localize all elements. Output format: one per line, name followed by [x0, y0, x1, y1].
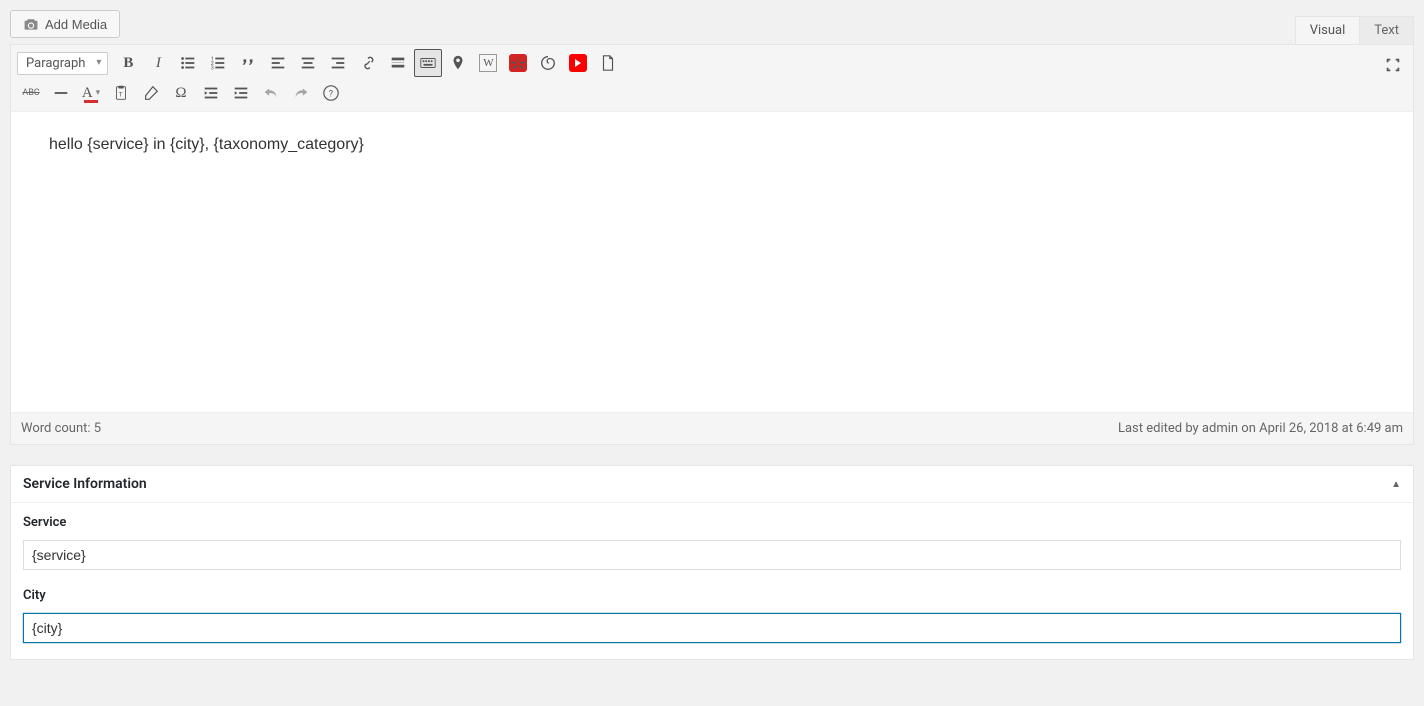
numbered-list-icon: 123	[209, 54, 227, 72]
last-edited: Last edited by admin on April 26, 2018 a…	[1118, 421, 1403, 436]
redo-button[interactable]	[287, 79, 315, 107]
help-button[interactable]: ?	[317, 79, 345, 107]
clear-formatting-button[interactable]	[137, 79, 165, 107]
outdent-icon	[202, 84, 220, 102]
text-color-button[interactable]: A ▾	[77, 79, 105, 107]
editor-toolbar: Paragraph B I 123	[11, 45, 1413, 112]
service-field-label: Service	[23, 515, 1401, 530]
editor-tabs: Visual Text	[1295, 16, 1414, 44]
text-color-icon: A	[82, 85, 93, 102]
youtube-button[interactable]	[564, 49, 592, 77]
color-bar-icon	[84, 100, 98, 103]
clipboard-icon: T	[112, 84, 130, 102]
strikethrough-icon: ABC	[22, 88, 39, 98]
keyboard-icon	[419, 54, 437, 72]
word-count: Word count: 5	[21, 421, 101, 436]
tab-text[interactable]: Text	[1360, 16, 1414, 44]
format-select[interactable]: Paragraph	[17, 52, 108, 75]
metabox-header[interactable]: Service Information ▲	[11, 466, 1413, 503]
youtube-icon	[569, 54, 587, 72]
document-icon	[599, 54, 617, 72]
strikethrough-button[interactable]: ABC	[17, 79, 45, 107]
spiral-icon	[539, 54, 557, 72]
bulleted-list-icon	[179, 54, 197, 72]
yelp-icon	[509, 54, 527, 72]
bold-button[interactable]: B	[114, 49, 142, 77]
toolbar-toggle-button[interactable]	[414, 49, 442, 77]
italic-icon: I	[156, 55, 161, 72]
map-pin-button[interactable]	[444, 49, 472, 77]
horizontal-rule-icon	[52, 84, 70, 102]
indent-icon	[232, 84, 250, 102]
indent-button[interactable]	[227, 79, 255, 107]
editor-paragraph: hello {service} in {city}, {taxonomy_cat…	[49, 136, 1375, 154]
readmore-icon	[389, 54, 407, 72]
undo-icon	[262, 84, 280, 102]
chevron-down-icon: ▾	[96, 88, 101, 98]
horizontal-rule-button[interactable]	[47, 79, 75, 107]
wikipedia-icon: W	[479, 54, 497, 72]
eraser-icon	[142, 84, 160, 102]
spiral-button[interactable]	[534, 49, 562, 77]
outdent-button[interactable]	[197, 79, 225, 107]
bold-icon: B	[123, 55, 133, 72]
service-input[interactable]	[23, 540, 1401, 570]
help-icon: ?	[322, 84, 340, 102]
collapse-toggle-icon[interactable]: ▲	[1391, 479, 1401, 490]
link-icon	[359, 54, 377, 72]
svg-text:?: ?	[329, 90, 333, 100]
add-media-label: Add Media	[45, 17, 107, 32]
map-pin-icon	[449, 54, 467, 72]
blockquote-icon	[239, 54, 257, 72]
italic-button[interactable]: I	[144, 49, 172, 77]
numbered-list-button[interactable]: 123	[204, 49, 232, 77]
paste-text-button[interactable]: T	[107, 79, 135, 107]
align-right-button[interactable]	[324, 49, 352, 77]
blockquote-button[interactable]	[234, 49, 262, 77]
wikipedia-button[interactable]: W	[474, 49, 502, 77]
link-button[interactable]	[354, 49, 382, 77]
metabox-title: Service Information	[23, 476, 147, 492]
undo-button[interactable]	[257, 79, 285, 107]
special-char-button[interactable]: Ω	[167, 79, 195, 107]
fullscreen-icon	[1384, 56, 1402, 74]
svg-text:T: T	[119, 91, 123, 99]
align-left-button[interactable]	[264, 49, 292, 77]
add-media-button[interactable]: Add Media	[10, 10, 120, 38]
bulleted-list-button[interactable]	[174, 49, 202, 77]
editor-status-bar: Word count: 5 Last edited by admin on Ap…	[11, 412, 1413, 444]
city-field-label: City	[23, 588, 1401, 603]
align-left-icon	[269, 54, 287, 72]
city-input[interactable]	[23, 613, 1401, 643]
service-information-metabox: Service Information ▲ Service City	[10, 465, 1414, 660]
omega-icon: Ω	[175, 85, 186, 102]
svg-text:3: 3	[211, 65, 214, 71]
tab-visual[interactable]: Visual	[1295, 16, 1361, 44]
editor-box: Paragraph B I 123	[10, 44, 1414, 445]
fullscreen-button[interactable]	[1379, 51, 1407, 79]
align-right-icon	[329, 54, 347, 72]
align-center-button[interactable]	[294, 49, 322, 77]
align-center-icon	[299, 54, 317, 72]
readmore-button[interactable]	[384, 49, 412, 77]
camera-icon	[23, 16, 39, 32]
yelp-button[interactable]	[504, 49, 532, 77]
editor-content-area[interactable]: hello {service} in {city}, {taxonomy_cat…	[11, 112, 1413, 412]
redo-icon	[292, 84, 310, 102]
document-button[interactable]	[594, 49, 622, 77]
